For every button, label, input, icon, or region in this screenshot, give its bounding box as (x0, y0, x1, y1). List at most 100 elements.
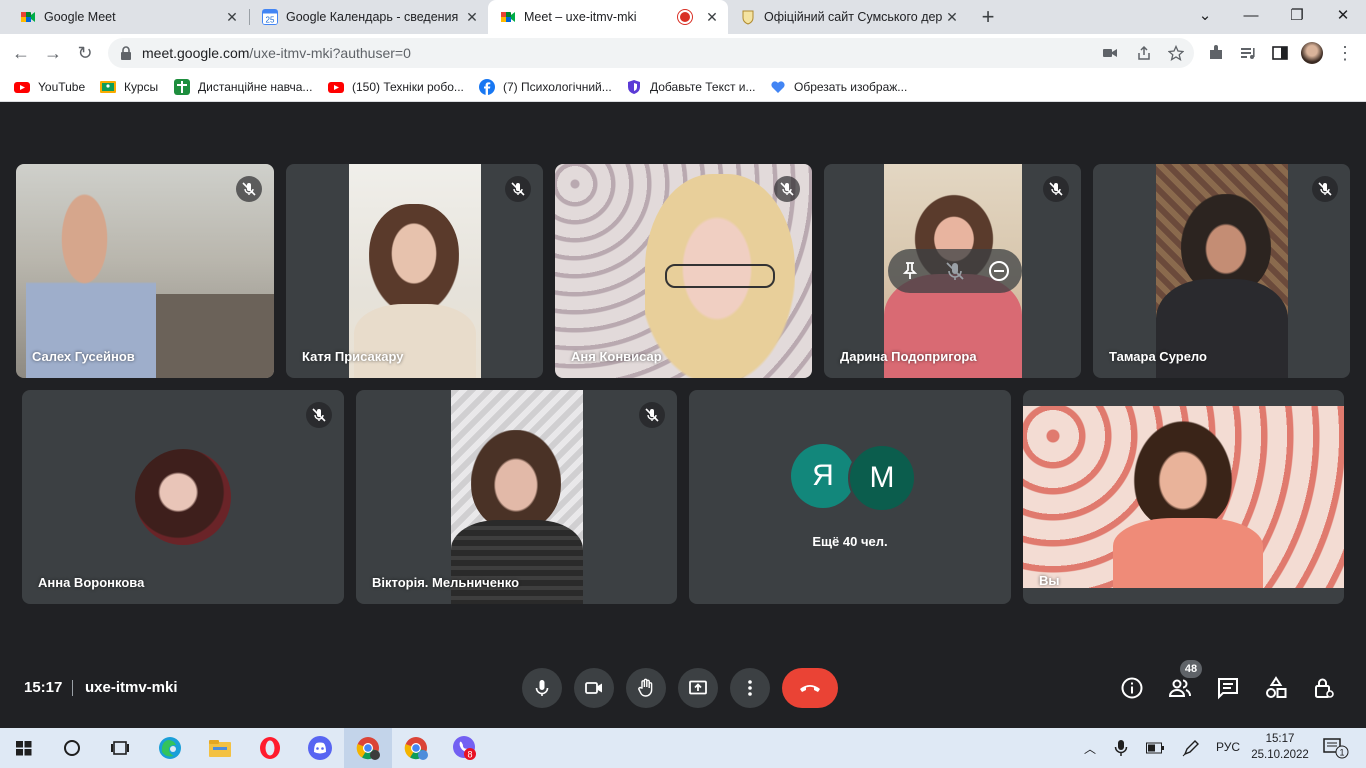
host-controls-icon[interactable] (1312, 676, 1336, 700)
edge-icon[interactable] (156, 734, 184, 762)
heart-icon (771, 81, 785, 93)
bookmark-techniques[interactable]: (150) Техніки робо... (328, 78, 464, 96)
mic-off-icon (511, 182, 525, 196)
tab-title: Google Meet (44, 10, 116, 24)
bookmark-distance-learning[interactable]: Дистанційне навча... (174, 78, 312, 96)
tab-search-icon[interactable]: ⌄ (1182, 0, 1228, 34)
camera-in-use-icon[interactable] (1102, 45, 1118, 61)
mic-muted-indicator (236, 176, 262, 202)
bookmark-youtube[interactable]: YouTube (14, 78, 85, 96)
side-panel-icon[interactable] (1271, 44, 1289, 62)
mute-participant-icon[interactable] (943, 259, 967, 283)
windows-start-icon[interactable] (10, 734, 38, 762)
chrome-icon[interactable] (402, 734, 430, 762)
participant-tile[interactable]: Катя Присакару (286, 164, 543, 378)
microphone-in-use-icon[interactable] (1114, 739, 1128, 757)
input-language[interactable]: РУС (1216, 740, 1240, 756)
participant-name: Анна Воронкова (38, 575, 145, 590)
remove-icon[interactable] (987, 259, 1011, 283)
self-tile[interactable]: Вы (1023, 390, 1344, 604)
present-icon (689, 680, 707, 695)
more-vert-icon (748, 680, 752, 696)
search-icon[interactable] (58, 734, 86, 762)
mic-muted-indicator (1043, 176, 1069, 202)
chrome-icon[interactable] (354, 734, 382, 762)
participant-tile[interactable]: Анна Воронкова (22, 390, 344, 604)
bookmark-label: Дистанційне навча... (198, 80, 313, 94)
tab-google-calendar[interactable]: 25 Google Календарь - сведения о ✕ (250, 0, 488, 34)
raise-hand-button[interactable] (626, 668, 666, 708)
notifications-icon[interactable]: 1 (1322, 737, 1350, 759)
camera-button[interactable] (574, 668, 614, 708)
close-window-icon[interactable]: ✕ (1320, 0, 1366, 34)
close-icon[interactable]: ✕ (702, 9, 722, 26)
bookmark-label: YouTube (38, 80, 86, 94)
minimize-icon[interactable]: — (1228, 0, 1274, 34)
system-clock[interactable]: 15:17 25.10.2022 (1250, 731, 1310, 763)
participant-name: Вікторія. Мельниченко (372, 575, 520, 590)
address-bar[interactable]: meet.google.com/uxe-itmv-mki?authuser=0 (108, 38, 1194, 68)
svg-text:25: 25 (266, 16, 275, 25)
tab-title: Офіційний сайт Сумського держ (764, 10, 942, 24)
participant-tile[interactable]: Салех Гусейнов (16, 164, 274, 378)
show-hidden-icons[interactable]: ︿ (1084, 740, 1096, 756)
tab-google-meet[interactable]: Google Meet ✕ (8, 0, 248, 34)
bookmark-psychology[interactable]: (7) Психологічний... (479, 78, 612, 96)
participant-video (555, 164, 812, 378)
bookmark-add-text[interactable]: Добавьте Текст и... (626, 78, 756, 96)
participant-tile[interactable]: Аня Конвисар (555, 164, 812, 378)
present-screen-button[interactable] (678, 668, 718, 708)
close-icon[interactable]: ✕ (462, 9, 482, 26)
close-icon[interactable]: ✕ (222, 9, 242, 26)
bookmark-star-icon[interactable] (1168, 45, 1184, 61)
participant-tile[interactable]: Тамара Сурело (1093, 164, 1350, 378)
svg-text:1: 1 (1339, 748, 1344, 758)
bookmark-crop-image[interactable]: Обрезать изображ... (770, 78, 907, 96)
bookmark-label: Добавьте Текст и... (650, 80, 756, 94)
activities-icon[interactable] (1264, 676, 1288, 700)
bookmark-courses[interactable]: Курсы (100, 78, 158, 96)
more-participants-label: Ещё 40 чел. (812, 534, 888, 549)
extensions-icon[interactable] (1207, 44, 1225, 62)
discord-icon[interactable] (306, 734, 334, 762)
viber-icon[interactable]: 8 (451, 734, 479, 762)
participant-initial: М (848, 444, 916, 512)
meeting-details-icon[interactable] (1120, 676, 1144, 700)
profile-avatar[interactable] (1301, 42, 1323, 64)
pen-icon[interactable] (1182, 739, 1200, 757)
menu-dots-icon[interactable]: ⋮ (1334, 42, 1356, 64)
tab-sumy-university[interactable]: Офіційний сайт Сумського держ ✕ (728, 0, 968, 34)
windows-taskbar: 8 ︿ РУС 15:17 25.10.2022 1 (0, 728, 1366, 768)
youtube-icon (328, 82, 344, 93)
reload-icon[interactable]: ↻ (74, 42, 96, 64)
tab-meet-active[interactable]: Meet – uxe-itmv-mki ✕ (488, 0, 728, 34)
leave-call-button[interactable] (782, 668, 838, 708)
media-control-icon[interactable] (1239, 44, 1257, 62)
new-tab-button[interactable]: + (976, 4, 1000, 30)
task-view-icon[interactable] (106, 734, 134, 762)
back-icon[interactable]: ← (10, 42, 32, 64)
calendar-icon: 25 (262, 9, 278, 25)
self-name: Вы (1039, 573, 1060, 588)
forward-icon[interactable]: → (42, 42, 64, 64)
microphone-button[interactable] (522, 668, 562, 708)
participant-name: Дарина Подопригора (840, 349, 977, 364)
bookmark-label: Курсы (124, 80, 159, 94)
pin-icon[interactable] (898, 259, 922, 283)
participant-tile[interactable]: Вікторія. Мельниченко (356, 390, 677, 604)
bookmark-label: Обрезать изображ... (794, 80, 908, 94)
participant-avatar (135, 449, 231, 545)
more-participants-tile[interactable]: Я М Ещё 40 чел. (689, 390, 1011, 604)
bookmark-label: (7) Психологічний... (503, 80, 612, 94)
meeting-code: uxe-itmv-mki (85, 679, 178, 696)
share-icon[interactable] (1136, 45, 1152, 61)
battery-icon[interactable] (1146, 742, 1164, 754)
people-icon[interactable] (1168, 676, 1192, 700)
restore-icon[interactable]: ❐ (1274, 0, 1320, 34)
end-call-icon (800, 685, 820, 692)
file-explorer-icon[interactable] (206, 734, 234, 762)
opera-icon[interactable] (256, 734, 284, 762)
close-icon[interactable]: ✕ (942, 9, 962, 26)
more-options-button[interactable] (730, 668, 770, 708)
chat-icon[interactable] (1216, 676, 1240, 700)
